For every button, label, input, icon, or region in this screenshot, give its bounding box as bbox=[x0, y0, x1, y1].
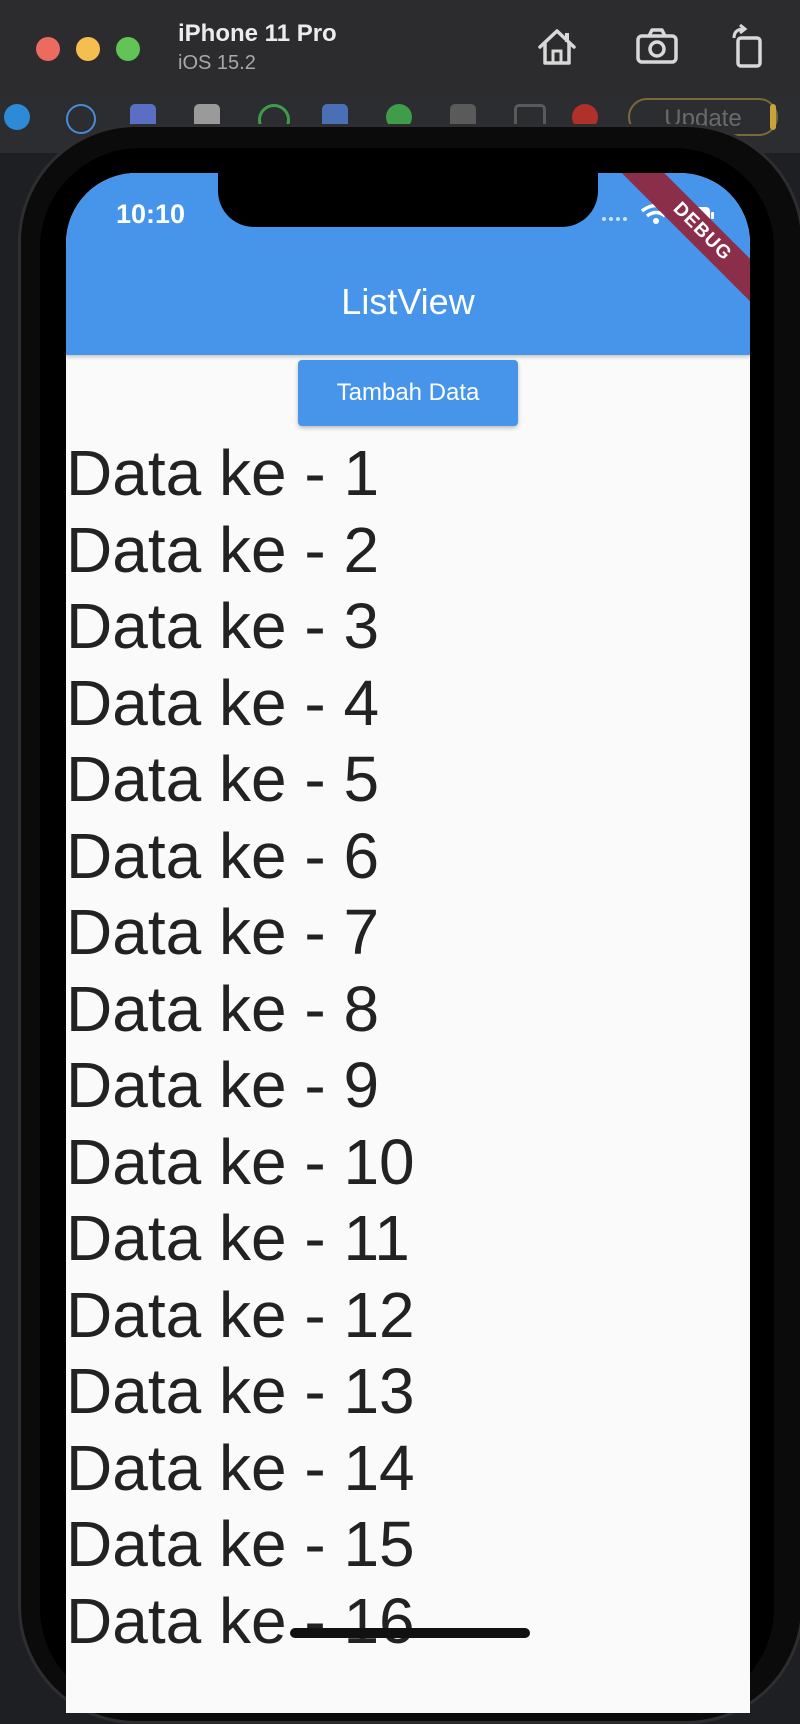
add-data-button[interactable]: Tambah Data bbox=[298, 360, 518, 426]
list-item: Data ke - 6 bbox=[66, 819, 380, 892]
list-item: Data ke - 1 bbox=[66, 437, 380, 509]
list-item: Data ke - 5 bbox=[66, 743, 380, 815]
list-item: Data ke - 15 bbox=[66, 1508, 415, 1580]
home-icon[interactable] bbox=[534, 24, 580, 70]
list-item: Data ke - 16 bbox=[66, 1584, 415, 1657]
more-menu-icon[interactable] bbox=[770, 104, 776, 130]
list-item: Data ke - 3 bbox=[66, 590, 380, 662]
rotate-icon[interactable] bbox=[726, 24, 772, 70]
phone-notch bbox=[218, 173, 598, 227]
simulator-titlebar: iPhone 11 Pro iOS 15.2 bbox=[0, 0, 800, 97]
camera-icon[interactable] bbox=[634, 24, 680, 70]
list-item: Data ke - 12 bbox=[66, 1278, 415, 1351]
list-item: Data ke - 13 bbox=[66, 1355, 415, 1427]
page-title: ListView bbox=[341, 281, 475, 322]
react-icon[interactable] bbox=[66, 104, 96, 134]
drop-icon[interactable] bbox=[4, 104, 30, 130]
device-os-version: iOS 15.2 bbox=[178, 52, 256, 74]
list-item: Data ke - 11 bbox=[66, 1202, 410, 1274]
status-time: 10:10 bbox=[116, 199, 186, 229]
device-name: iPhone 11 Pro bbox=[178, 20, 337, 47]
list-item: Data ke - 8 bbox=[66, 972, 380, 1045]
phone-screen: 10:10 ListView DEBUG Tambah Data Data ke… bbox=[66, 173, 750, 1713]
list-item: Data ke - 9 bbox=[66, 1049, 380, 1121]
minimize-window-button[interactable] bbox=[76, 37, 100, 61]
list-item: Data ke - 10 bbox=[66, 1125, 415, 1198]
list-item: Data ke - 2 bbox=[66, 513, 380, 586]
zoom-window-button[interactable] bbox=[116, 37, 140, 61]
signal-icon bbox=[602, 217, 627, 221]
close-window-button[interactable] bbox=[36, 37, 60, 61]
home-indicator[interactable] bbox=[290, 1628, 530, 1638]
data-list: Data ke - 1 Data ke - 2 Data ke - 3 Data… bbox=[66, 435, 750, 1659]
list-item: Data ke - 7 bbox=[66, 896, 380, 968]
list-item: Data ke - 14 bbox=[66, 1431, 415, 1504]
list-item: Data ke - 4 bbox=[66, 666, 380, 739]
